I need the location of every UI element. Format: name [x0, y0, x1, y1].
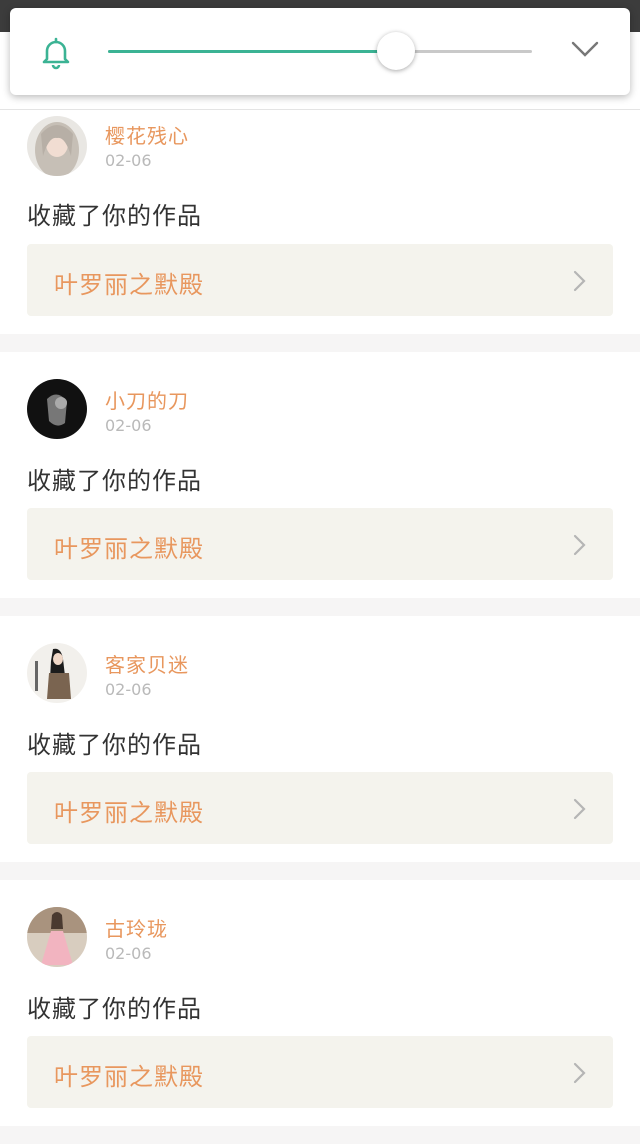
avatar-light-hair-image — [27, 116, 87, 176]
chevron-right-icon — [573, 270, 586, 292]
notification-list: 樱花残心 02-06 收藏了你的作品 叶罗丽之默殿 小刀的刀 02-06 收藏了… — [0, 110, 640, 1144]
action-text: 收藏了你的作品 — [27, 202, 202, 230]
notification-card: 小刀的刀 02-06 收藏了你的作品 叶罗丽之默殿 — [0, 352, 640, 598]
username[interactable]: 樱花残心 — [105, 120, 189, 149]
action-text: 收藏了你的作品 — [27, 995, 202, 1023]
volume-slider[interactable] — [108, 32, 532, 70]
username[interactable]: 小刀的刀 — [105, 385, 189, 414]
action-text: 收藏了你的作品 — [27, 731, 202, 759]
volume-slider-fill — [108, 50, 397, 53]
chevron-right-icon — [573, 534, 586, 556]
avatar[interactable] — [27, 379, 87, 439]
notification-card: 客家贝迷 02-06 收藏了你的作品 叶罗丽之默殿 — [0, 616, 640, 862]
work-title: 叶罗丽之默殿 — [54, 271, 204, 299]
work-link[interactable]: 叶罗丽之默殿 — [27, 772, 613, 844]
avatar[interactable] — [27, 643, 87, 703]
work-link[interactable]: 叶罗丽之默殿 — [27, 244, 613, 316]
avatar[interactable] — [27, 116, 87, 176]
work-link[interactable]: 叶罗丽之默殿 — [27, 1036, 613, 1108]
work-title: 叶罗丽之默殿 — [54, 535, 204, 563]
bell-icon[interactable] — [38, 34, 74, 70]
work-title: 叶罗丽之默殿 — [54, 1063, 204, 1091]
work-title: 叶罗丽之默殿 — [54, 799, 204, 827]
username[interactable]: 古玲珑 — [105, 913, 168, 942]
notification-card: 古玲珑 02-06 收藏了你的作品 叶罗丽之默殿 — [0, 880, 640, 1126]
date: 02-06 — [105, 416, 152, 435]
avatar-warrior-image — [27, 643, 87, 703]
avatar-dark-image — [27, 379, 87, 439]
volume-slider-thumb[interactable] — [377, 32, 416, 70]
work-link[interactable]: 叶罗丽之默殿 — [27, 508, 613, 580]
action-text: 收藏了你的作品 — [27, 467, 202, 495]
chevron-down-icon[interactable] — [570, 38, 600, 60]
date: 02-06 — [105, 680, 152, 699]
username[interactable]: 客家贝迷 — [105, 649, 189, 678]
chevron-right-icon — [573, 1062, 586, 1084]
avatar[interactable] — [27, 907, 87, 967]
notification-card: 樱花残心 02-06 收藏了你的作品 叶罗丽之默殿 — [0, 110, 640, 334]
avatar-pink-dress-image — [27, 907, 87, 967]
volume-panel — [10, 8, 630, 95]
date: 02-06 — [105, 151, 152, 170]
date: 02-06 — [105, 944, 152, 963]
chevron-right-icon — [573, 798, 586, 820]
